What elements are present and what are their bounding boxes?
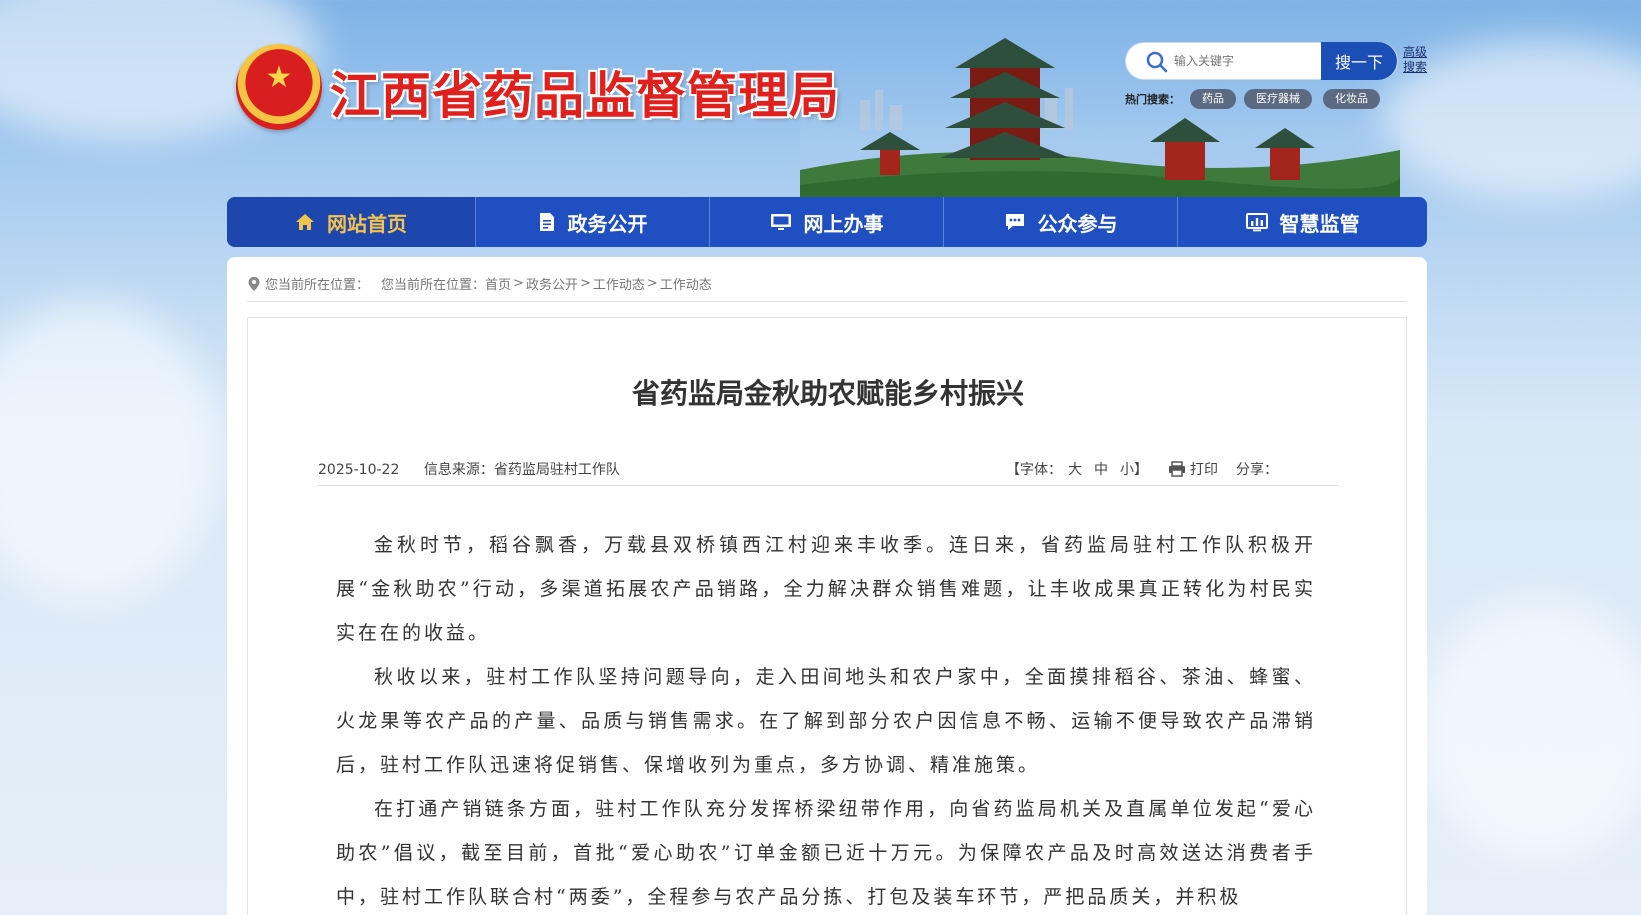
main-nav: 网站首页 政务公开 网上办事 公众参与 智慧监管 <box>227 197 1427 247</box>
chat-icon <box>1005 214 1024 230</box>
nav-label: 公众参与 <box>1037 211 1118 236</box>
dashboard-icon <box>1245 213 1268 232</box>
cloud-decoration <box>1420 600 1641 860</box>
article-title: 省药监局金秋助农赋能乡村振兴 <box>631 377 1024 410</box>
article-date: 2025-10-22 <box>318 462 400 478</box>
font-medium-button[interactable]: 中 <box>1094 459 1108 479</box>
search-input[interactable] <box>1174 50 1324 72</box>
article: 省药监局金秋助农赋能乡村振兴 2025-10-22 信息来源：省药监局驻村工作队… <box>247 317 1407 915</box>
nav-label: 网上办事 <box>803 211 884 236</box>
breadcrumb-separator: > <box>646 276 658 291</box>
search-icon <box>1146 51 1168 73</box>
breadcrumb-label: 您当前所在位置： <box>381 278 486 293</box>
article-paragraph: 金秋时节，稻谷飘香，万载县双桥镇西江村迎来丰收季。连日来，省药监局驻村工作队积极… <box>336 534 1316 644</box>
nav-label: 政务公开 <box>567 211 648 236</box>
home-icon <box>296 214 314 230</box>
nav-home[interactable]: 网站首页 <box>227 197 476 247</box>
divider <box>318 485 1338 486</box>
hot-tag-drugs[interactable]: 药品 <box>1190 89 1236 109</box>
font-small-button[interactable]: 小】 <box>1120 459 1148 479</box>
article-paragraph: 在打通产销链条方面，驻村工作队充分发挥桥梁纽带作用，向省药监局机关及直属单位发起… <box>336 798 1316 908</box>
nav-government-affairs[interactable]: 政务公开 <box>476 197 710 247</box>
document-icon <box>539 213 554 231</box>
monitor-icon <box>770 214 791 230</box>
article-body: 金秋时节，稻谷飘香，万载县双桥镇西江村迎来丰收季。连日来，省药监局驻村工作队积极… <box>336 523 1316 915</box>
nav-public-participation[interactable]: 公众参与 <box>944 197 1178 247</box>
advanced-search-link[interactable]: 高级搜索 <box>1403 45 1429 75</box>
breadcrumb: 您当前所在位置： 您当前所在位置： 首页 > 政务公开 > 工作动态 > 工作动… <box>247 274 712 293</box>
print-button[interactable]: 打印 <box>1190 459 1218 479</box>
nav-label: 智慧监管 <box>1279 211 1360 236</box>
article-paragraph: 秋收以来，驻村工作队坚持问题导向，走入田间地头和农户家中，全面摸排稻谷、茶油、蜂… <box>336 666 1316 776</box>
hot-tag-medical-devices[interactable]: 医疗器械 <box>1244 89 1312 109</box>
breadcrumb-label: 您当前所在位置： <box>265 278 370 293</box>
nav-online-services[interactable]: 网上办事 <box>710 197 944 247</box>
site-title: 江西省药品监督管理局 <box>330 67 840 125</box>
share-label: 分享： <box>1236 462 1278 478</box>
font-size-label: 【字体： <box>1006 462 1062 478</box>
search-button[interactable]: 搜一下 <box>1321 42 1397 80</box>
breadcrumb-separator: > <box>579 276 591 291</box>
nav-smart-supervision[interactable]: 智慧监管 <box>1178 197 1427 247</box>
breadcrumb-government-link[interactable]: 政务公开 <box>526 274 578 293</box>
breadcrumb-news-link[interactable]: 工作动态 <box>593 274 645 293</box>
nav-label: 网站首页 <box>327 211 407 236</box>
article-source: 信息来源：省药监局驻村工作队 <box>423 462 620 478</box>
breadcrumb-home-link[interactable]: 首页 <box>485 274 511 293</box>
font-large-button[interactable]: 大 <box>1068 459 1082 479</box>
content-panel: 您当前所在位置： 您当前所在位置： 首页 > 政务公开 > 工作动态 > 工作动… <box>227 257 1427 915</box>
breadcrumb-separator: > <box>513 276 524 291</box>
divider <box>247 301 1407 302</box>
site-header: 江西省药品监督管理局 <box>0 0 1641 200</box>
cloud-decoration <box>0 300 220 600</box>
breadcrumb-current[interactable]: 工作动态 <box>660 274 712 293</box>
hot-search-label: 热门搜索： <box>1125 93 1180 106</box>
print-icon[interactable] <box>1168 461 1186 477</box>
hot-tag-cosmetics[interactable]: 化妆品 <box>1323 89 1380 109</box>
location-pin-icon <box>248 276 260 291</box>
national-emblem-logo <box>236 44 322 130</box>
